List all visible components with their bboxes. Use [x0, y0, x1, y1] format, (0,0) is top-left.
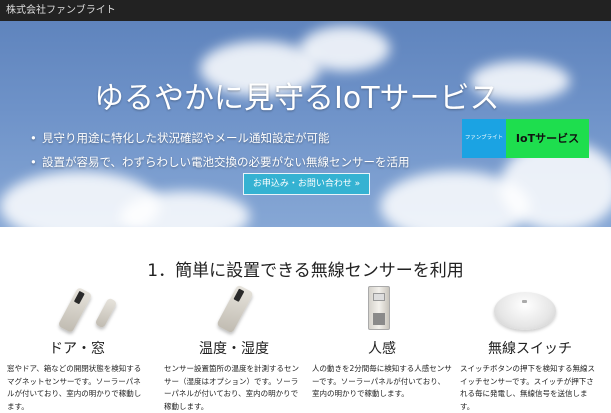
- section-title: 1．簡単に設置できる無線センサーを利用: [147, 261, 464, 281]
- switch-indicator: [522, 300, 527, 303]
- motion-sensor-window: [373, 293, 385, 301]
- motion-sensor-image: [312, 282, 452, 334]
- service-logo: ファンブライト IoTサービス: [462, 119, 589, 158]
- cloud: [300, 26, 390, 71]
- temperature-sensor-image: [164, 282, 304, 334]
- feature-wireless-switch: 無線スイッチ スイッチボタンの押下を検知する無線スイッチセンサーです。スイッチが…: [460, 282, 600, 413]
- feature-title: ドア・窓: [49, 341, 105, 357]
- wireless-switch-body: [494, 292, 556, 330]
- magnet-sensor-body: [57, 286, 93, 334]
- feature-description: センサー設置箇所の温度を計測するセンサー（湿度はオプション）です。ソーラーパネル…: [164, 364, 299, 411]
- feature-motion: 人感 人の動きを2分間毎に検知する人感センサーです。ソーラーパネルが付いており、…: [312, 282, 452, 401]
- feature-temperature-humidity: 温度・湿度 センサー設置箇所の温度を計測するセンサー（湿度はオプション）です。ソ…: [164, 282, 304, 413]
- contact-button[interactable]: お申込み・お問い合わせ »: [243, 173, 370, 195]
- top-navbar: 株式会社ファンブライト: [0, 0, 611, 21]
- motion-sensor-body: [368, 286, 390, 330]
- hero-title: ゆるやかに見守るIoTサービス: [94, 81, 500, 116]
- feature-description: スイッチボタンの押下を検知する無線スイッチセンサーです。スイッチが押下される毎に…: [460, 364, 595, 411]
- logo-company-text: ファンブライト: [462, 119, 506, 158]
- solar-panel-icon: [373, 313, 385, 325]
- feature-title: 温度・湿度: [199, 341, 269, 357]
- logo-service-text: IoTサービス: [506, 119, 589, 158]
- magnet-piece: [94, 297, 118, 329]
- feature-title: 人感: [368, 341, 396, 357]
- wireless-switch-image: [460, 282, 600, 334]
- hero-bullet: 見守り用途に特化した状況確認やメール通知設定が可能: [30, 126, 410, 150]
- feature-description: 窓やドア、箱などの開閉状態を検知するマグネットセンサーです。ソーラーパネルが付い…: [7, 364, 142, 411]
- hero-bullet: 設置が容易で、わずらわしい電池交換の必要がない無線センサーを活用: [30, 150, 410, 174]
- temperature-sensor-body: [216, 284, 254, 334]
- feature-description: 人の動きを2分間毎に検知する人感センサーです。ソーラーパネルが付いており、室内の…: [312, 364, 452, 398]
- magnet-sensor-image: [7, 282, 147, 334]
- company-name-link[interactable]: 株式会社ファンブライト: [6, 5, 116, 16]
- hero-bullet-list: 見守り用途に特化した状況確認やメール通知設定が可能 設置が容易で、わずらわしい電…: [30, 126, 410, 174]
- feature-door-window: ドア・窓 窓やドア、箱などの開閉状態を検知するマグネットセンサーです。ソーラーパ…: [7, 282, 147, 413]
- feature-title: 無線スイッチ: [488, 341, 572, 357]
- hero-banner: ゆるやかに見守るIoTサービス 見守り用途に特化した状況確認やメール通知設定が可…: [0, 21, 611, 227]
